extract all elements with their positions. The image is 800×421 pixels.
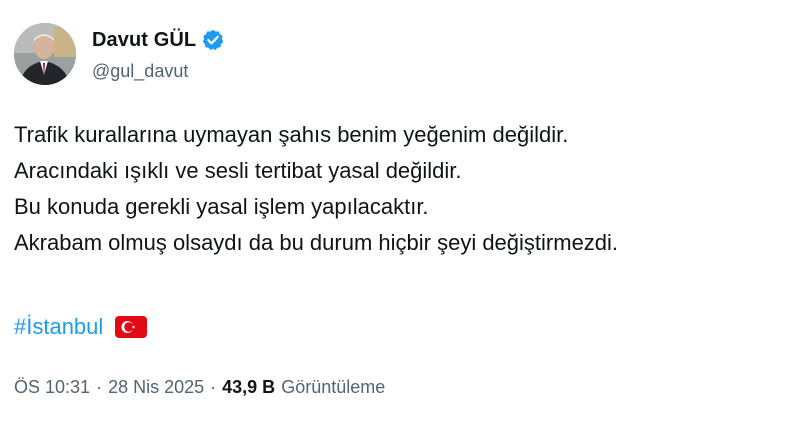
tweet-date[interactable]: 28 Nis 2025 — [108, 377, 204, 398]
meta-separator: · — [96, 376, 103, 397]
tweet-card: Davut GÜL @gul_davut Trafik kurallarına … — [0, 0, 800, 421]
hashtag-row: #İstanbul — [14, 310, 148, 344]
turkey-flag-icon — [115, 316, 148, 338]
author-handle[interactable]: @gul_davut — [92, 61, 188, 82]
author-avatar[interactable] — [14, 23, 76, 85]
tweet-text-line: Aracındaki ışıklı ve sesli tertibat yasa… — [14, 158, 462, 183]
author-display-name[interactable]: Davut GÜL — [92, 29, 196, 52]
verified-badge-icon[interactable] — [202, 29, 224, 51]
tweet-text-line: Bu konuda gerekli yasal işlem yapılacakt… — [14, 194, 429, 219]
tweet-time[interactable]: ÖS 10:31 — [14, 377, 90, 398]
views-label: Görüntüleme — [281, 376, 386, 397]
views-count: 43,9 B — [222, 376, 276, 397]
tweet-text: Trafik kurallarına uymayan şahıs benim y… — [14, 117, 784, 261]
hashtag-link[interactable]: #İstanbul — [14, 314, 103, 340]
profile-photo-icon — [14, 23, 76, 85]
tweet-text-line: Trafik kurallarına uymayan şahıs benim y… — [14, 122, 569, 147]
meta-separator: · — [210, 376, 217, 397]
tweet-meta: ÖS 10:31 · 28 Nis 2025 · 43,9 B Görüntül… — [14, 374, 385, 400]
author-name-row: Davut GÜL — [92, 26, 224, 54]
tweet-text-line: Akrabam olmuş olsaydı da bu durum hiçbir… — [14, 230, 619, 255]
